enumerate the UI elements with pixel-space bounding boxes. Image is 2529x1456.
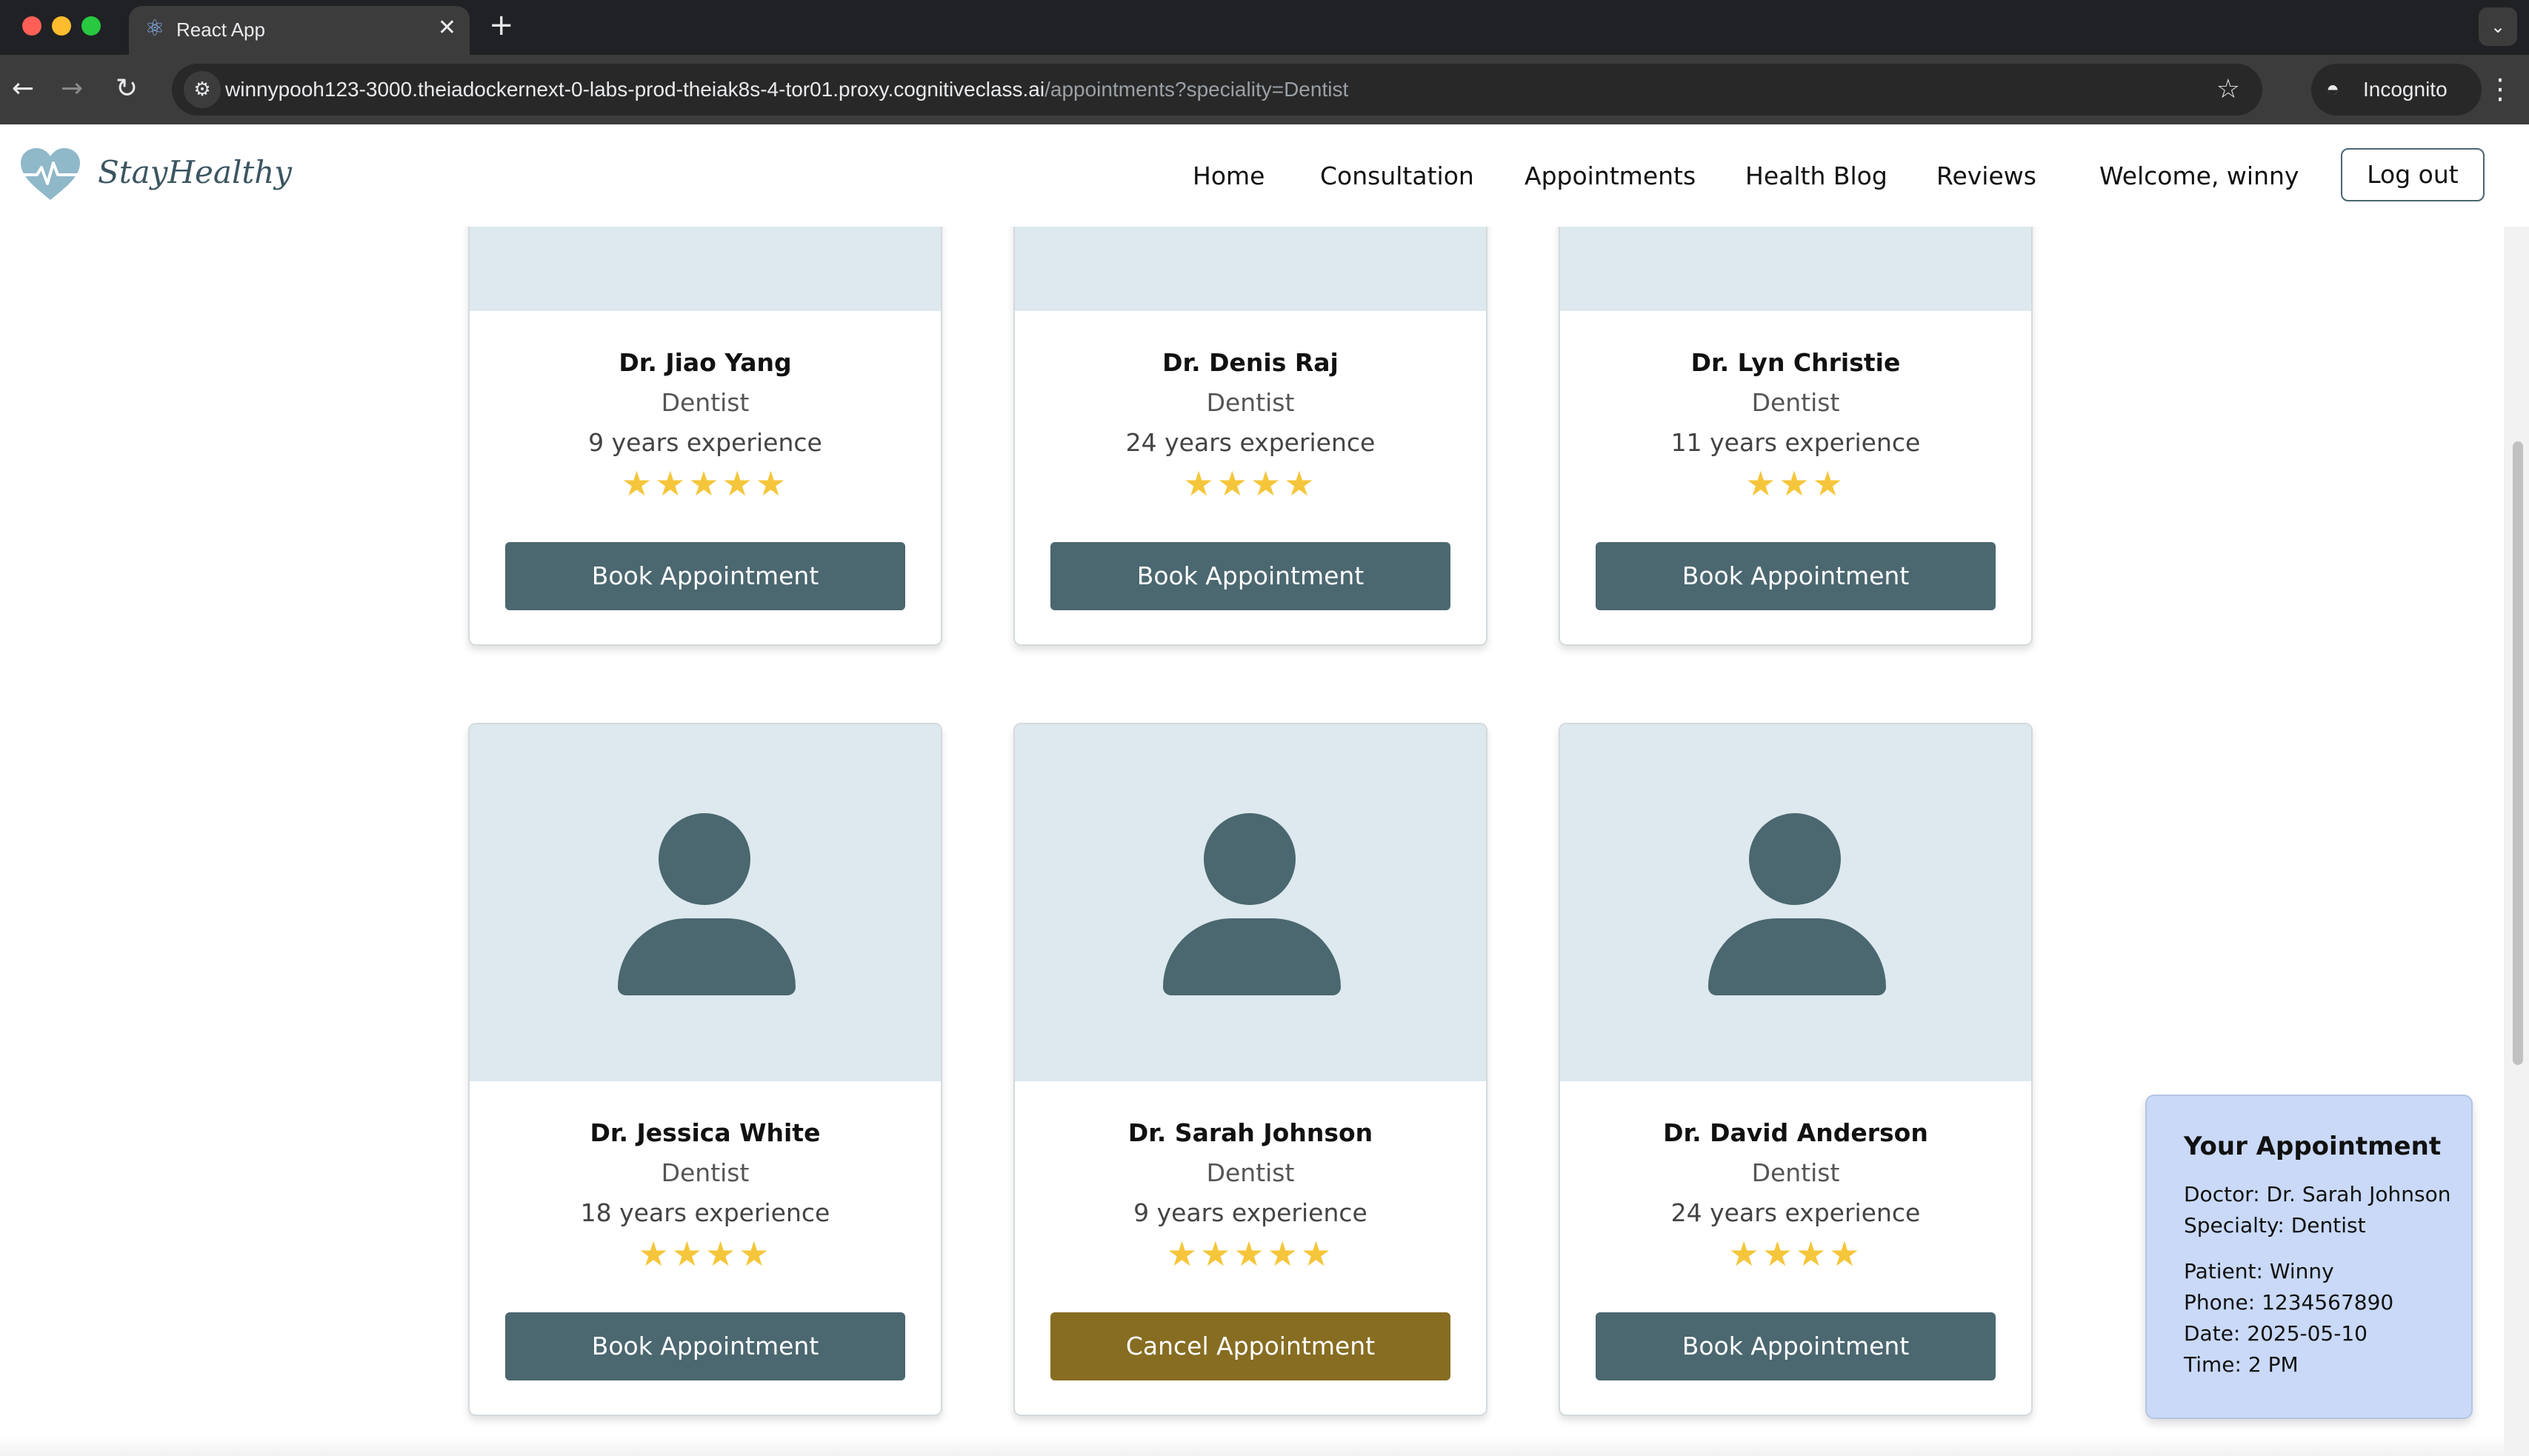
star-rating: ★★★★ <box>1728 1234 1863 1274</box>
appointment-phone: Phone: 1234567890 <box>2184 1290 2394 1315</box>
nav-reviews[interactable]: Reviews <box>1936 161 2036 190</box>
incognito-icon: ◓ <box>2326 77 2340 101</box>
page-bottom-edge <box>0 1437 2504 1456</box>
doctor-experience: 9 years experience <box>1133 1198 1367 1227</box>
incognito-label: Incognito <box>2363 78 2448 101</box>
browser-tab[interactable]: ⚛ React App ✕ <box>129 6 470 55</box>
appointment-summary-title: Your Appointment <box>2184 1132 2442 1161</box>
url-host: winnypooh123-3000.theiadockernext-0-labs… <box>225 78 1045 101</box>
book-appointment-button[interactable]: Book Appointment <box>1596 1312 1996 1380</box>
doctor-name: Dr. Denis Raj <box>1162 348 1339 377</box>
book-appointment-button[interactable]: Book Appointment <box>505 542 905 610</box>
doctor-specialty: Dentist <box>661 1158 750 1187</box>
more-menu-icon[interactable]: ⋮ <box>2486 70 2514 108</box>
address-bar[interactable]: ⚙ winnypooh123-3000.theiadockernext-0-la… <box>172 64 2262 116</box>
doctor-specialty: Dentist <box>1751 1158 1840 1187</box>
doctor-specialty: Dentist <box>1206 388 1295 417</box>
user-avatar-body <box>1163 918 1341 995</box>
browser-tab-bar: ⚛ React App ✕ + ⌄ <box>0 0 2529 55</box>
url-text[interactable]: winnypooh123-3000.theiadockernext-0-labs… <box>225 78 1348 101</box>
user-avatar-body <box>618 918 796 995</box>
appointment-doctor: Doctor: Dr. Sarah Johnson <box>2184 1182 2451 1206</box>
appointment-time: Time: 2 PM <box>2184 1352 2299 1377</box>
doctor-name: Dr. Jiao Yang <box>619 348 792 377</box>
site-info-icon[interactable]: ⚙ <box>184 71 221 108</box>
doctor-card: Dr. David Anderson Dentist 24 years expe… <box>1559 723 2033 1416</box>
cancel-appointment-button[interactable]: Cancel Appointment <box>1050 1312 1450 1380</box>
nav-consultation[interactable]: Consultation <box>1320 161 1474 190</box>
doctor-experience: 11 years experience <box>1670 428 1921 457</box>
doctor-experience: 18 years experience <box>580 1198 830 1227</box>
doctor-experience: 24 years experience <box>1670 1198 1921 1227</box>
nav-appointments[interactable]: Appointments <box>1525 161 1696 190</box>
scrollbar-thumb[interactable] <box>2513 441 2523 1065</box>
app-header: StayHealthy Home Consultation Appointmen… <box>0 124 2504 227</box>
minimize-window-button[interactable] <box>52 16 71 36</box>
doctor-card: Dr. Jessica White Dentist 18 years exper… <box>468 723 942 1416</box>
star-rating: ★★★★★ <box>1166 1234 1335 1274</box>
doctor-specialty: Dentist <box>1751 388 1840 417</box>
bookmark-star-icon[interactable]: ☆ <box>2216 73 2240 107</box>
user-avatar-icon <box>1204 813 1296 905</box>
logout-button[interactable]: Log out <box>2341 148 2485 201</box>
incognito-badge[interactable]: ◓ Incognito <box>2311 64 2482 116</box>
doctor-card: Dr. Denis Raj Dentist 24 years experienc… <box>1013 157 1487 646</box>
maximize-window-button[interactable] <box>81 16 101 36</box>
doctor-photo <box>1560 724 2031 1081</box>
book-appointment-button[interactable]: Book Appointment <box>1596 542 1996 610</box>
welcome-text: Welcome, winny <box>2099 161 2299 190</box>
chevron-down-icon[interactable]: ⌄ <box>2479 7 2517 46</box>
appointment-specialty: Specialty: Dentist <box>2184 1213 2366 1238</box>
react-icon: ⚛ <box>144 16 165 41</box>
close-window-button[interactable] <box>22 16 41 36</box>
nav-home[interactable]: Home <box>1193 161 1264 190</box>
star-rating: ★★★★ <box>638 1234 773 1274</box>
appointment-patient: Patient: Winny <box>2184 1259 2334 1283</box>
doctor-photo <box>1015 724 1486 1081</box>
url-path: /appointments?speciality=Dentist <box>1044 78 1349 101</box>
new-tab-icon[interactable]: + <box>489 9 514 41</box>
close-tab-icon[interactable]: ✕ <box>438 16 456 41</box>
doctor-card: Dr. Lyn Christie Dentist 11 years experi… <box>1559 157 2033 646</box>
doctor-name: Dr. Jessica White <box>590 1118 821 1147</box>
doctor-name: Dr. Lyn Christie <box>1690 348 1901 377</box>
doctor-card: Dr. Jiao Yang Dentist 9 years experience… <box>468 157 942 646</box>
browser-toolbar: ← → ↻ ⚙ winnypooh123-3000.theiadockernex… <box>0 55 2529 124</box>
doctor-experience: 24 years experience <box>1125 428 1376 457</box>
reload-icon[interactable]: ↻ <box>116 71 138 107</box>
doctor-photo <box>470 724 941 1081</box>
star-rating: ★★★ <box>1745 464 1846 504</box>
doctor-card: Dr. Sarah Johnson Dentist 9 years experi… <box>1013 723 1487 1416</box>
heart-pulse-logo-icon[interactable] <box>19 147 81 201</box>
nav-health-blog[interactable]: Health Blog <box>1745 161 1887 190</box>
appointment-summary-card: Your Appointment Doctor: Dr. Sarah Johns… <box>2145 1095 2473 1419</box>
doctor-name: Dr. Sarah Johnson <box>1127 1118 1373 1147</box>
doctor-experience: 9 years experience <box>588 428 822 457</box>
user-avatar-icon <box>1749 813 1841 905</box>
user-avatar-icon <box>659 813 750 905</box>
doctor-name: Dr. David Anderson <box>1663 1118 1928 1147</box>
appointment-date: Date: 2025-05-10 <box>2184 1321 2368 1346</box>
doctor-specialty: Dentist <box>661 388 750 417</box>
user-avatar-body <box>1708 918 1886 995</box>
doctor-specialty: Dentist <box>1206 1158 1295 1187</box>
tab-title: React App <box>176 19 265 41</box>
star-rating: ★★★★ <box>1183 464 1318 504</box>
star-rating: ★★★★★ <box>621 464 790 504</box>
forward-arrow-icon[interactable]: → <box>61 71 83 107</box>
back-arrow-icon[interactable]: ← <box>12 71 34 107</box>
book-appointment-button[interactable]: Book Appointment <box>505 1312 905 1380</box>
brand-name[interactable]: StayHealthy <box>98 154 292 190</box>
book-appointment-button[interactable]: Book Appointment <box>1050 542 1450 610</box>
